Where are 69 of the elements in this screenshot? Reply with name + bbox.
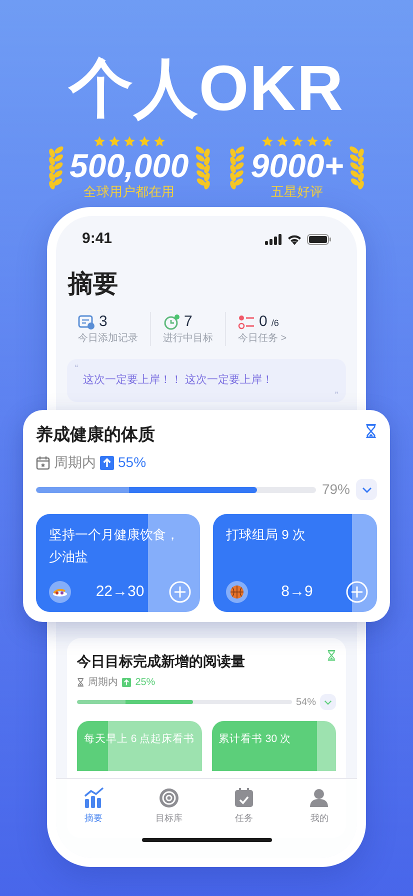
star-icon bbox=[320, 134, 334, 148]
stat-label: 今日添加记录 bbox=[78, 332, 138, 346]
quote-mark: ” bbox=[335, 388, 338, 402]
expand-button[interactable] bbox=[356, 479, 377, 500]
chevron-down-icon bbox=[324, 700, 332, 704]
star-icon bbox=[306, 134, 319, 148]
laurel-icon bbox=[228, 144, 247, 190]
basketball-icon bbox=[230, 584, 244, 599]
key-result-card[interactable]: 累计看书 30 次 bbox=[212, 721, 336, 771]
quote-mark: “ bbox=[75, 362, 78, 375]
add-icon bbox=[346, 580, 368, 603]
hourglass-icon bbox=[77, 678, 84, 687]
promo-title: 个人OKR bbox=[68, 51, 344, 126]
stat-label: 今日任务 > bbox=[238, 332, 287, 346]
up-arrow-icon bbox=[122, 678, 132, 687]
goal-title[interactable]: 养成健康的体质 bbox=[36, 424, 155, 446]
add-icon bbox=[169, 580, 191, 603]
key-result-title: 打球组局 9 次 bbox=[225, 526, 306, 544]
calendar-check-icon bbox=[233, 787, 256, 809]
star-icon bbox=[108, 134, 121, 148]
stat-caption: 五星好评 bbox=[271, 184, 324, 200]
chevron-down-icon bbox=[362, 486, 372, 492]
hourglass-icon bbox=[365, 424, 377, 438]
star-icon bbox=[260, 134, 274, 148]
stat-caption: 全球用户都在用 bbox=[84, 184, 175, 200]
checklist-icon bbox=[238, 314, 255, 330]
notebook-icon bbox=[78, 314, 95, 330]
star-icon bbox=[122, 134, 136, 148]
change-value: 55% bbox=[118, 453, 146, 472]
period-label: 周期内 bbox=[88, 676, 118, 690]
up-arrow-icon bbox=[100, 456, 114, 470]
laurel-icon bbox=[192, 144, 211, 190]
progress-reading: 79% bbox=[322, 480, 350, 499]
key-result-title: 坚持一个月健康饮食，少油盐 bbox=[48, 526, 180, 566]
person-icon bbox=[308, 787, 330, 809]
star-icon bbox=[152, 134, 166, 148]
stat-figure: 9000+ bbox=[250, 148, 344, 184]
stat-figure: 500,000 bbox=[70, 148, 189, 184]
hourglass-icon bbox=[327, 650, 336, 661]
star-icon bbox=[138, 134, 151, 148]
food-icon bbox=[52, 586, 68, 597]
progress-reading: 54% bbox=[296, 696, 316, 710]
target-icon bbox=[158, 787, 180, 809]
page-title: 摘要 bbox=[66, 269, 119, 300]
quote-text: 这次一定要上岸！！ 这次一定要上岸！ bbox=[83, 372, 274, 388]
key-result-title: 累计看书 30 次 bbox=[218, 732, 292, 747]
clock-icon bbox=[163, 314, 180, 330]
tab-item[interactable]: 我的 bbox=[289, 787, 350, 858]
stat-value: 3 bbox=[99, 312, 108, 332]
tab-item[interactable]: 任务 bbox=[214, 787, 274, 858]
laurel-icon bbox=[48, 144, 66, 190]
star-icon bbox=[290, 134, 304, 148]
signal-icon bbox=[265, 234, 282, 244]
chart-icon bbox=[82, 787, 105, 809]
stat-total: /6 bbox=[271, 316, 279, 330]
wifi-icon bbox=[287, 234, 302, 244]
star-icon bbox=[276, 134, 289, 148]
status-time: 9:41 bbox=[82, 228, 112, 249]
stat-label: 进行中目标 bbox=[163, 332, 213, 346]
tab-item[interactable]: 摘要 bbox=[64, 787, 124, 858]
stat-value: 0 bbox=[259, 312, 268, 332]
star-icon bbox=[92, 134, 106, 148]
period-label: 周期内 bbox=[54, 453, 96, 472]
calendar-icon bbox=[36, 456, 50, 470]
stat-value: 7 bbox=[184, 312, 192, 332]
laurel-icon bbox=[347, 144, 366, 190]
battery-icon bbox=[307, 234, 331, 244]
goal-title[interactable]: 今日目标完成新增的阅读量 bbox=[77, 650, 245, 672]
change-value: 25% bbox=[135, 676, 156, 690]
